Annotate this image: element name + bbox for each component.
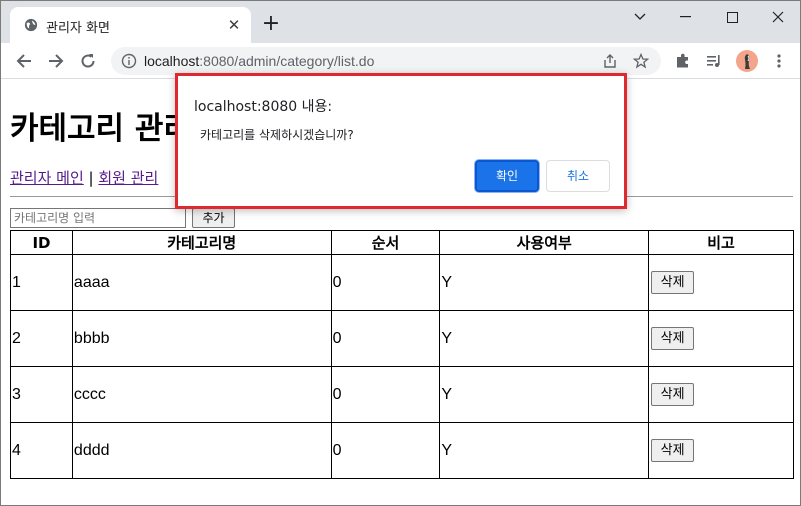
address-bar[interactable]: localhost:8080/admin/category/list.do	[111, 47, 661, 75]
column-header-id: ID	[10, 230, 73, 255]
reload-icon[interactable]	[77, 50, 99, 72]
cell-id: 2	[10, 310, 73, 367]
cell-use: Y	[439, 310, 650, 367]
delete-button[interactable]: 삭제	[651, 383, 695, 406]
cell-use: Y	[439, 422, 650, 479]
cell-name: bbbb	[71, 310, 332, 367]
cell-action: 삭제	[648, 310, 794, 367]
share-icon[interactable]	[602, 53, 618, 69]
table-row: 4 dddd 0 Y 삭제	[10, 422, 794, 479]
cell-use: Y	[439, 366, 650, 423]
cell-order: 0	[330, 254, 441, 311]
admin-nav: 관리자 메인 | 회원 관리	[10, 167, 158, 188]
column-header-use: 사용여부	[439, 230, 650, 255]
tab-close-icon[interactable]: ✕	[225, 16, 243, 34]
url-host: localhost	[144, 53, 200, 69]
column-header-order: 순서	[330, 230, 441, 255]
page-title: 카테고리 관리	[10, 111, 192, 147]
delete-button[interactable]: 삭제	[651, 271, 695, 294]
extensions-puzzle-icon[interactable]	[674, 52, 692, 70]
browser-tab[interactable]: 관리자 화면 ✕	[10, 7, 251, 43]
table-row: 1 aaaa 0 Y 삭제	[10, 254, 794, 311]
browser-window: 관리자 화면 ✕ + localhost:8080/admin/category…	[0, 0, 801, 506]
cell-order: 0	[330, 366, 441, 423]
add-category-button[interactable]: 추가	[192, 208, 235, 228]
column-header-note: 비고	[648, 230, 794, 255]
nav-link-member[interactable]: 회원 관리	[98, 169, 158, 187]
cell-order: 0	[330, 310, 441, 367]
cell-name: dddd	[71, 422, 332, 479]
cell-action: 삭제	[648, 422, 794, 479]
category-name-input[interactable]: 카테고리명 입력	[10, 208, 186, 228]
column-header-name: 카테고리명	[71, 230, 332, 255]
delete-button[interactable]: 삭제	[651, 439, 695, 462]
cell-id: 1	[10, 254, 73, 311]
bookmark-star-icon[interactable]	[633, 53, 649, 69]
confirm-ok-button[interactable]: 확인	[475, 160, 539, 192]
confirm-dialog: localhost:8080 내용: 카테고리를 삭제하시겠습니까? 확인 취소	[175, 73, 627, 209]
dialog-message: 카테고리를 삭제하시겠습니까?	[200, 128, 354, 142]
cell-action: 삭제	[648, 254, 794, 311]
media-playlist-icon[interactable]	[705, 52, 723, 70]
cell-id: 3	[10, 366, 73, 423]
dialog-origin: localhost:8080 내용:	[194, 99, 333, 115]
info-icon[interactable]	[121, 53, 137, 69]
table-row: 3 cccc 0 Y 삭제	[10, 366, 794, 423]
category-table: ID 카테고리명 순서 사용여부 비고 1 aaaa 0 Y 삭제 2 bbbb	[10, 230, 794, 479]
new-tab-button[interactable]: +	[261, 13, 281, 35]
delete-button[interactable]: 삭제	[651, 327, 695, 350]
cell-action: 삭제	[648, 366, 794, 423]
tab-title: 관리자 화면	[46, 21, 110, 36]
tab-strip: 관리자 화면 ✕ +	[1, 1, 800, 43]
table-row: 2 bbbb 0 Y 삭제	[10, 310, 794, 367]
table-header-row: ID 카테고리명 순서 사용여부 비고	[10, 230, 794, 255]
cell-use: Y	[439, 254, 650, 311]
back-arrow-icon[interactable]	[13, 50, 35, 72]
confirm-cancel-button[interactable]: 취소	[546, 160, 610, 192]
nav-separator: |	[83, 169, 99, 187]
tab-search-icon[interactable]	[617, 1, 663, 33]
maximize-icon[interactable]	[709, 1, 755, 33]
cell-order: 0	[330, 422, 441, 479]
url-path: :8080/admin/category/list.do	[199, 53, 375, 69]
url-text: localhost:8080/admin/category/list.do	[144, 53, 374, 69]
minimize-icon[interactable]	[663, 1, 709, 33]
cell-name: aaaa	[71, 254, 332, 311]
cell-name: cccc	[71, 366, 332, 423]
profile-avatar[interactable]	[736, 50, 758, 72]
nav-link-admin-main[interactable]: 관리자 메인	[10, 169, 84, 187]
forward-arrow-icon[interactable]	[45, 50, 67, 72]
cell-id: 4	[10, 422, 73, 479]
close-window-icon[interactable]	[755, 1, 800, 33]
globe-icon	[24, 18, 38, 32]
more-menu-icon[interactable]	[770, 52, 788, 70]
